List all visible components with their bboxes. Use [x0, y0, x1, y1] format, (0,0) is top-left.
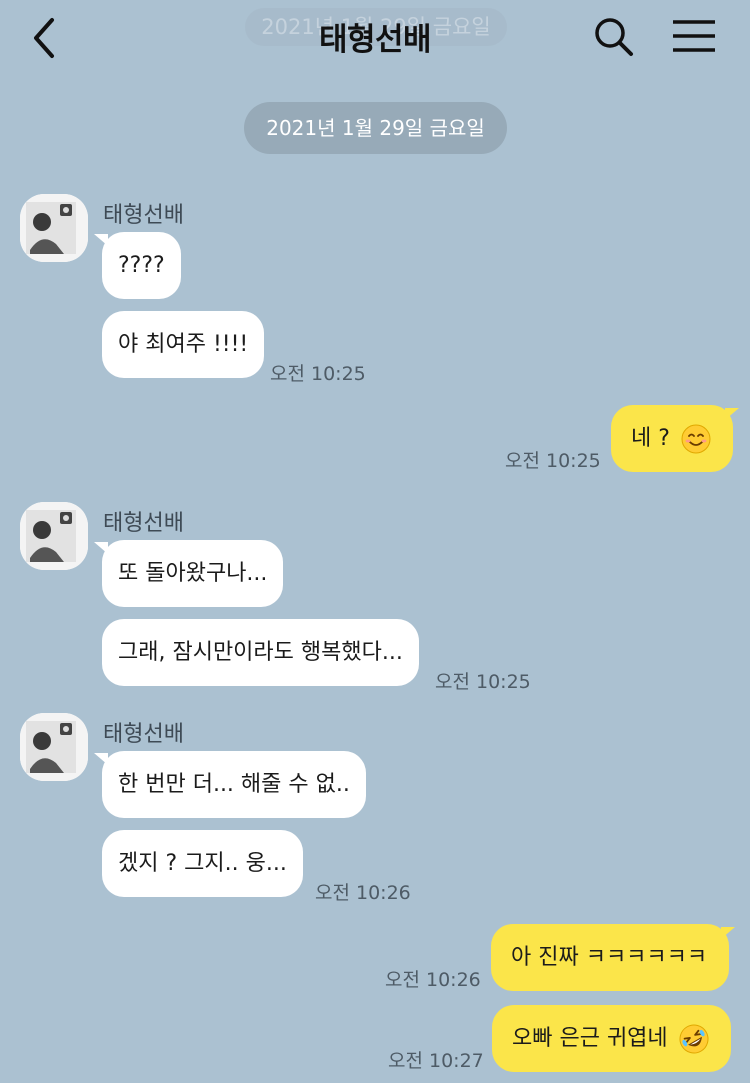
message-time: 오전 10:25 [270, 363, 366, 385]
incoming-message[interactable]: 야 최여주 !!!! [102, 311, 265, 378]
incoming-message[interactable]: 또 돌아왔구나... [93, 540, 284, 607]
sender-name: 태형선배 [103, 203, 184, 228]
incoming-message[interactable]: ???? [94, 232, 181, 299]
message-time: 오전 10:26 [385, 969, 481, 991]
profile-photo-icon [20, 194, 88, 262]
avatar[interactable] [20, 194, 88, 262]
message-time: 오전 10:26 [315, 882, 411, 904]
rolling-laughing-emoji [679, 1024, 709, 1054]
date-divider: 2021년 1월 29일 금요일 [244, 102, 507, 154]
smiling-face-emoji [681, 424, 711, 454]
outgoing-message[interactable]: 오빠 은근 귀엽네 [492, 1005, 731, 1072]
avatar[interactable] [20, 502, 88, 570]
outgoing-message[interactable]: 네 ? [611, 405, 739, 472]
message-text: 네 ? [631, 426, 670, 451]
incoming-message[interactable]: 한 번만 더... 해줄 수 없.. [94, 751, 366, 818]
back-arrow-icon [34, 18, 54, 58]
back-button[interactable] [24, 14, 68, 62]
avatar[interactable] [20, 713, 88, 781]
search-icon [595, 18, 633, 56]
message-time: 오전 10:25 [435, 671, 531, 693]
message-time: 오전 10:27 [388, 1050, 484, 1072]
menu-button[interactable] [668, 14, 720, 60]
profile-photo-icon [20, 713, 88, 781]
incoming-message[interactable]: 겠지 ? 그지.. 웅... [102, 830, 303, 897]
search-button[interactable] [590, 12, 640, 62]
message-text: 오빠 은근 귀엽네 [512, 1026, 668, 1051]
incoming-message[interactable]: 그래, 잠시만이라도 행복했다... [102, 619, 419, 686]
sender-name: 태형선배 [103, 722, 184, 747]
outgoing-message[interactable]: 아 진짜 ㅋㅋㅋㅋㅋㅋ [491, 924, 736, 991]
message-time: 오전 10:25 [505, 450, 601, 472]
sender-name: 태형선배 [103, 511, 184, 536]
menu-icon [673, 20, 715, 52]
profile-photo-icon [20, 502, 88, 570]
chat-header: 2021년 1월 29일 금요일 태형선배 [0, 0, 750, 80]
